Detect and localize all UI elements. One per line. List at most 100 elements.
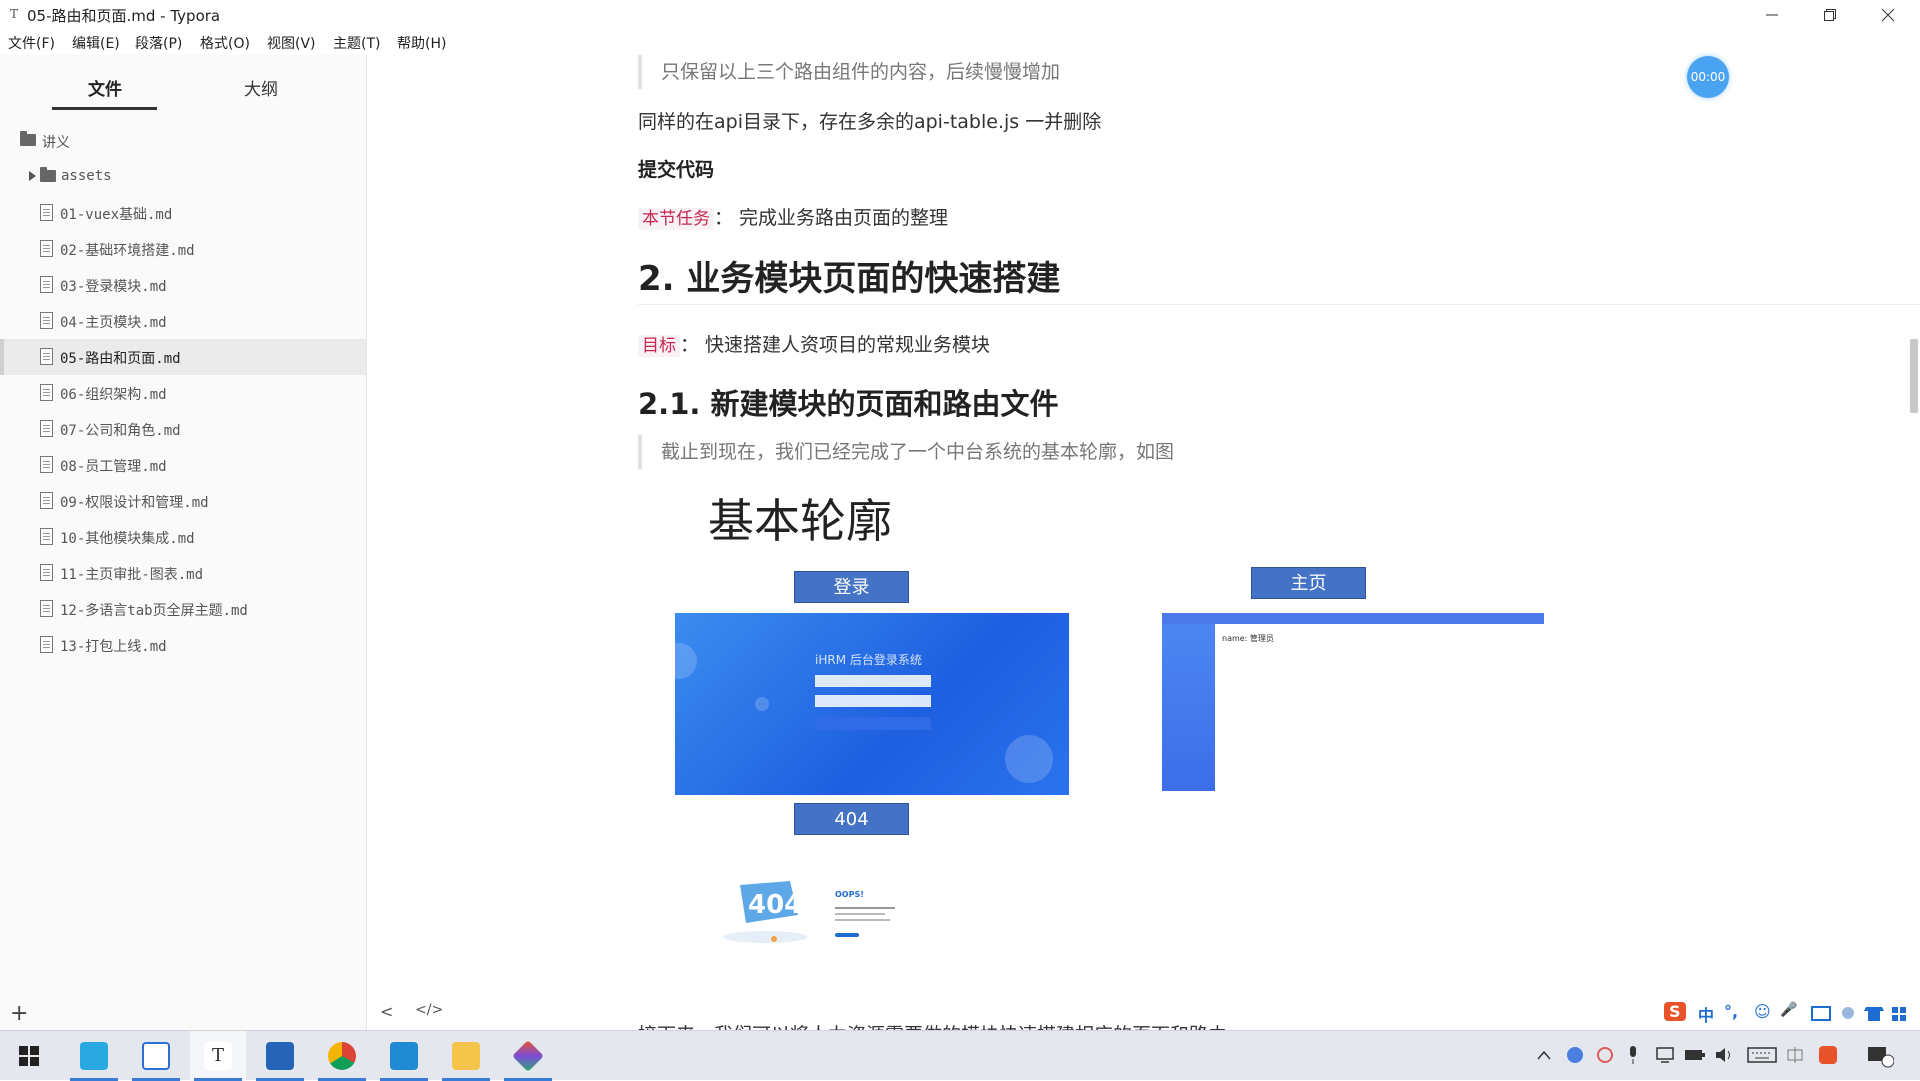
volume-icon[interactable] (1714, 1046, 1734, 1064)
tray-sync-icon[interactable] (1596, 1046, 1614, 1064)
file-label: 11-主页审批-图表.md (60, 567, 204, 583)
minimize-icon (1766, 14, 1778, 16)
menu-bar: 文件(F) 编辑(E) 段落(P) 格式(O) 视图(V) 主题(T) 帮助(H… (0, 29, 1920, 55)
typora-icon: T (204, 1042, 232, 1070)
battery-icon[interactable] (1684, 1048, 1706, 1062)
outline-diagram-image: 基本轮廓 登录 主页 iHRM 后台登录系统 name: 管理员 404 404 (638, 485, 1728, 1025)
file-label: 10-其他模块集成.md (60, 531, 195, 547)
ime-toolbar[interactable]: S 中 °, ☺ 🎤 (1660, 997, 1918, 1030)
file-item[interactable]: 12-多语言tab页全屏主题.md (0, 591, 366, 627)
menu-view[interactable]: 视图(V) (267, 33, 316, 53)
file-icon (40, 204, 53, 221)
sogou-tray-icon[interactable] (1818, 1045, 1838, 1065)
editor-pane[interactable]: 只保留以上三个路由组件的内容，后续慢慢增加 同样的在api目录下，存在多余的ap… (368, 55, 1920, 1030)
tray-app-icon[interactable] (1566, 1046, 1584, 1064)
file-item[interactable]: 06-组织架构.md (0, 375, 366, 411)
diagram-title: 基本轮廓 (708, 494, 892, 548)
taskbar-app-feather[interactable] (128, 1031, 184, 1081)
source-mode-button[interactable]: </> (415, 1002, 443, 1018)
login-button-preview (815, 717, 931, 730)
file-item[interactable]: 07-公司和角色.md (0, 411, 366, 447)
microphone-icon[interactable] (1626, 1045, 1640, 1065)
login-screen-title: iHRM 后台登录系统 (815, 653, 922, 667)
ime-tools-icon[interactable] (1810, 1005, 1910, 1023)
chrome-icon (328, 1042, 356, 1070)
file-item[interactable]: 09-权限设计和管理.md (0, 483, 366, 519)
file-item[interactable]: 01-vuex基础.md (0, 195, 366, 231)
file-icon (40, 600, 53, 617)
tab-files[interactable]: 文件 (88, 75, 122, 100)
file-item-active[interactable]: 05-路由和页面.md (0, 339, 366, 375)
recording-timer[interactable]: 00:00 (1687, 56, 1729, 98)
heading-3: 2.1. 新建模块的页面和路由文件 (638, 387, 1059, 421)
menu-help[interactable]: 帮助(H) (397, 33, 446, 53)
taskbar-app-explorer[interactable] (438, 1031, 494, 1081)
tree-folder-assets[interactable]: assets (0, 159, 366, 195)
file-label: 01-vuex基础.md (60, 207, 173, 223)
notification-icon[interactable] (1866, 1044, 1894, 1068)
file-label: 06-组织架构.md (60, 387, 167, 403)
blockquote: 只保留以上三个路由组件的内容，后续慢慢增加 (638, 55, 1060, 89)
taskbar-app-chrome[interactable] (314, 1031, 370, 1081)
goal-text: ： 快速搭建人资项目的常规业务模块 (680, 334, 991, 356)
tray-chevron-up-icon[interactable] (1536, 1049, 1552, 1061)
minimize-button[interactable] (1743, 0, 1801, 29)
decor-bubble (755, 697, 769, 711)
file-icon (40, 384, 53, 401)
goal-tag: 目标 (638, 335, 680, 357)
taskbar-app-typora[interactable]: T (190, 1031, 246, 1081)
file-item[interactable]: 11-主页审批-图表.md (0, 555, 366, 591)
ime-voice-icon[interactable]: 🎤 (1780, 1002, 1797, 1018)
toggle-sidebar-button[interactable]: < (380, 1002, 393, 1021)
decor-bubble (1005, 735, 1053, 783)
menu-format[interactable]: 格式(O) (200, 33, 250, 53)
file-item[interactable]: 03-登录模块.md (0, 267, 366, 303)
taskbar-app-cloud[interactable] (66, 1031, 122, 1081)
tree-root-folder[interactable]: 讲义 (0, 123, 366, 159)
oops-text: OOPS! (835, 890, 864, 899)
notfound-big-text: 404 (748, 890, 802, 920)
heading-2: 2. 业务模块页面的快速搭建 (638, 259, 1061, 299)
file-item[interactable]: 13-打包上线.md (0, 627, 366, 663)
sogou-icon[interactable]: S (1664, 1002, 1686, 1021)
file-item[interactable]: 08-员工管理.md (0, 447, 366, 483)
file-label: 05-路由和页面.md (60, 351, 181, 367)
notfound-screenshot: 404 OOPS! (710, 875, 910, 955)
login-screenshot: iHRM 后台登录系统 (675, 613, 1069, 795)
ime-chinese-mode[interactable]: 中 (1698, 1002, 1714, 1026)
start-button[interactable] (0, 1031, 56, 1081)
ime-punctuation[interactable]: °, (1724, 1002, 1738, 1021)
menu-edit[interactable]: 编辑(E) (72, 33, 120, 53)
heading-divider (638, 304, 1920, 305)
file-item[interactable]: 02-基础环境搭建.md (0, 231, 366, 267)
folder-app-icon (452, 1042, 480, 1070)
ime-emoji-icon[interactable]: ☺ (1754, 1002, 1771, 1021)
file-item[interactable]: 04-主页模块.md (0, 303, 366, 339)
taskbar-app-vscode[interactable] (376, 1031, 432, 1081)
keyboard-icon[interactable] (1747, 1046, 1777, 1064)
file-item[interactable]: 10-其他模块集成.md (0, 519, 366, 555)
blockquote: 截止到现在，我们已经完成了一个中台系统的基本轮廓，如图 (638, 435, 1174, 469)
notfound-illustration-icon: 404 OOPS! (723, 881, 895, 943)
close-button[interactable] (1859, 0, 1917, 29)
taskbar-app-gitkraken[interactable] (500, 1031, 556, 1081)
windows-taskbar: T (0, 1030, 1920, 1081)
file-icon (40, 240, 53, 257)
taskbar-app-powershell[interactable] (252, 1031, 308, 1081)
tab-outline[interactable]: 大纲 (244, 75, 278, 100)
close-icon (1881, 8, 1895, 22)
menu-paragraph[interactable]: 段落(P) (135, 33, 182, 53)
add-file-button[interactable]: + (10, 1001, 28, 1026)
goal-paragraph: 目标： 快速搭建人资项目的常规业务模块 (638, 330, 990, 357)
expand-caret-icon[interactable] (29, 171, 36, 181)
network-icon[interactable] (1655, 1046, 1675, 1064)
file-icon (40, 492, 53, 509)
tree-root-label: 讲义 (42, 135, 70, 151)
restore-button[interactable] (1801, 0, 1859, 29)
ime-tray-icon[interactable] (1786, 1046, 1804, 1064)
task-text: ： 完成业务路由页面的整理 (714, 207, 949, 229)
menu-file[interactable]: 文件(F) (8, 33, 55, 53)
menu-theme[interactable]: 主题(T) (333, 33, 380, 53)
decor-bubble (675, 643, 697, 679)
scrollbar-thumb[interactable] (1910, 339, 1918, 413)
